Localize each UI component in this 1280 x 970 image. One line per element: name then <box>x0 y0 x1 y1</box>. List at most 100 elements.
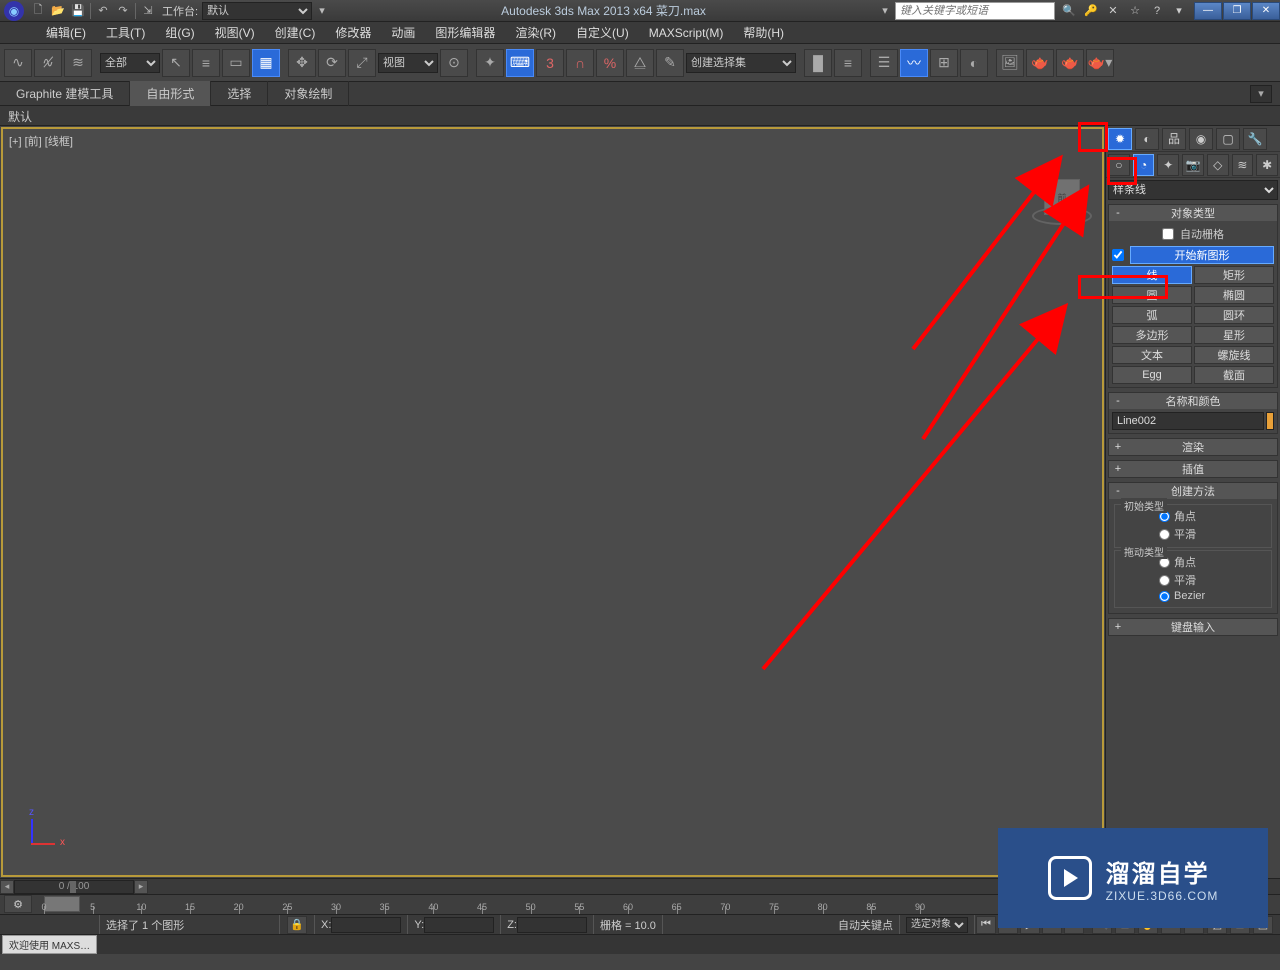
mirror-icon[interactable]: ▐▌ <box>804 49 832 77</box>
rotate-tool-icon[interactable]: ⟳ <box>318 49 346 77</box>
app-icon[interactable]: ◉ <box>4 1 24 21</box>
ribbon-tab-graphite[interactable]: Graphite 建模工具 <box>0 81 130 106</box>
start-new-shape-checkbox[interactable] <box>1112 249 1124 261</box>
named-sel-edit-icon[interactable]: ✎ <box>656 49 684 77</box>
unlink-tool-icon[interactable]: ∿̸ <box>34 49 62 77</box>
menu-view[interactable]: 视图(V) <box>205 21 265 44</box>
viewport-label[interactable]: [+] [前] [线框] <box>9 133 73 149</box>
hscroll-thumb[interactable] <box>70 881 76 893</box>
maximize-button[interactable]: ❐ <box>1223 2 1251 20</box>
menu-group[interactable]: 组(G) <box>155 21 204 44</box>
shapes-cat-icon[interactable]: ◔ <box>1133 154 1155 176</box>
workspace-drop-icon[interactable]: ▾ <box>313 2 331 20</box>
save-icon[interactable]: 💾 <box>69 2 87 20</box>
drag-smooth-radio[interactable] <box>1159 575 1170 586</box>
menu-anim[interactable]: 动画 <box>381 21 425 44</box>
close-button[interactable]: ✕ <box>1252 2 1280 20</box>
render-prod-icon[interactable]: 🫖▾ <box>1086 49 1114 77</box>
y-coord-input[interactable] <box>424 917 494 933</box>
utilities-tab-icon[interactable]: 🔧 <box>1243 128 1267 150</box>
motion-tab-icon[interactable]: ◉ <box>1189 128 1213 150</box>
shape-helix-button[interactable]: 螺旋线 <box>1194 346 1274 364</box>
bind-space-warp-icon[interactable]: ≋ <box>64 49 92 77</box>
geometry-cat-icon[interactable]: ○ <box>1108 154 1130 176</box>
curve-editor-icon[interactable]: 〰 <box>900 49 928 77</box>
favorite-icon[interactable]: ☆ <box>1125 2 1145 20</box>
help-search-input[interactable] <box>895 2 1055 20</box>
spacewarps-cat-icon[interactable]: ≋ <box>1232 154 1254 176</box>
color-swatch[interactable] <box>1266 412 1274 430</box>
hscroll-right-icon[interactable]: ▸ <box>134 880 148 894</box>
autogrid-checkbox[interactable] <box>1162 228 1174 240</box>
percent-snap-icon[interactable]: % <box>596 49 624 77</box>
start-new-shape-button[interactable]: 开始新图形 <box>1130 246 1274 264</box>
select-name-icon[interactable]: ≡ <box>192 49 220 77</box>
rollout-head-create-method[interactable]: -创建方法 <box>1109 483 1277 499</box>
menu-create[interactable]: 创建(C) <box>265 21 326 44</box>
move-tool-icon[interactable]: ✥ <box>288 49 316 77</box>
window-crossing-icon[interactable]: ▦ <box>252 49 280 77</box>
display-tab-icon[interactable]: ▢ <box>1216 128 1240 150</box>
cameras-cat-icon[interactable]: 📷 <box>1182 154 1204 176</box>
key-filter-select[interactable]: 选定对象 <box>906 917 968 933</box>
shape-type-select[interactable]: 样条线 <box>1108 180 1278 200</box>
render-icon[interactable]: 🫖 <box>1056 49 1084 77</box>
workspace-select[interactable]: 默认 <box>202 2 312 20</box>
key-icon[interactable]: 🔑 <box>1081 2 1101 20</box>
menu-help[interactable]: 帮助(H) <box>733 21 794 44</box>
object-name-input[interactable] <box>1112 412 1264 430</box>
undo-icon[interactable]: ↶ <box>94 2 112 20</box>
shape-ngon-button[interactable]: 多边形 <box>1112 326 1192 344</box>
shape-egg-button[interactable]: Egg <box>1112 366 1192 384</box>
minimize-button[interactable]: — <box>1194 2 1222 20</box>
help-icon[interactable]: ? <box>1147 2 1167 20</box>
shape-star-button[interactable]: 星形 <box>1194 326 1274 344</box>
ribbon-tab-objectpaint[interactable]: 对象绘制 <box>268 81 349 106</box>
render-frame-icon[interactable]: 🫖 <box>1026 49 1054 77</box>
menu-graph[interactable]: 图形编辑器 <box>425 21 505 44</box>
rollout-head-keyboard[interactable]: +键盘输入 <box>1109 619 1277 635</box>
shape-circle-button[interactable]: 圆 <box>1112 286 1192 304</box>
select-region-icon[interactable]: ▭ <box>222 49 250 77</box>
selection-filter-select[interactable]: 全部 <box>100 53 160 73</box>
ref-coord-select[interactable]: 视图 <box>378 53 438 73</box>
shape-ellipse-button[interactable]: 椭圆 <box>1194 286 1274 304</box>
ribbon-tab-selection[interactable]: 选择 <box>211 81 268 106</box>
lights-cat-icon[interactable]: ✦ <box>1157 154 1179 176</box>
systems-cat-icon[interactable]: ✱ <box>1256 154 1278 176</box>
schematic-view-icon[interactable]: ⊞ <box>930 49 958 77</box>
snap-toggle-icon[interactable]: 3 <box>536 49 564 77</box>
viewport-front[interactable]: [+] [前] [线框] 前 <box>1 127 1104 877</box>
hscroll-track[interactable]: 0 / 100 <box>14 880 134 894</box>
keyboard-shortcut-icon[interactable]: ⌨ <box>506 49 534 77</box>
angle-snap-icon[interactable]: ∩ <box>566 49 594 77</box>
ribbon-drop-icon[interactable]: ▾ <box>1250 85 1272 103</box>
create-tab-icon[interactable]: ✹ <box>1108 128 1132 150</box>
viewcube[interactable]: 前 <box>1032 169 1092 229</box>
pivot-icon[interactable]: ⊙ <box>440 49 468 77</box>
menu-modifier[interactable]: 修改器 <box>325 21 381 44</box>
menu-render[interactable]: 渲染(R) <box>505 21 566 44</box>
modify-tab-icon[interactable]: ◐ <box>1135 128 1159 150</box>
helpers-cat-icon[interactable]: ◇ <box>1207 154 1229 176</box>
ribbon-tab-freeform[interactable]: 自由形式 <box>130 81 211 106</box>
hierarchy-tab-icon[interactable]: 品 <box>1162 128 1186 150</box>
z-coord-input[interactable] <box>517 917 587 933</box>
exchange-icon[interactable]: ✕ <box>1103 2 1123 20</box>
shape-arc-button[interactable]: 弧 <box>1112 306 1192 324</box>
welcome-tab[interactable]: 欢迎使用 MAXS… <box>2 935 97 954</box>
spinner-snap-icon[interactable]: ⧋ <box>626 49 654 77</box>
autokey-button[interactable]: 自动关键点 <box>838 917 893 933</box>
rollout-head-name-color[interactable]: -名称和颜色 <box>1109 393 1277 409</box>
lock-selection-icon[interactable]: 🔒 <box>287 916 307 934</box>
menu-tools[interactable]: 工具(T) <box>96 21 155 44</box>
viewcube-ring[interactable] <box>1032 207 1092 225</box>
render-setup-icon[interactable]: 🖼 <box>996 49 1024 77</box>
rollout-head-object-type[interactable]: -对象类型 <box>1109 205 1277 221</box>
align-icon[interactable]: ≡ <box>834 49 862 77</box>
open-icon[interactable]: 📂 <box>49 2 67 20</box>
layers-icon[interactable]: ☰ <box>870 49 898 77</box>
rollout-head-render[interactable]: +渲染 <box>1109 439 1277 455</box>
shape-rectangle-button[interactable]: 矩形 <box>1194 266 1274 284</box>
manipulate-icon[interactable]: ✦ <box>476 49 504 77</box>
